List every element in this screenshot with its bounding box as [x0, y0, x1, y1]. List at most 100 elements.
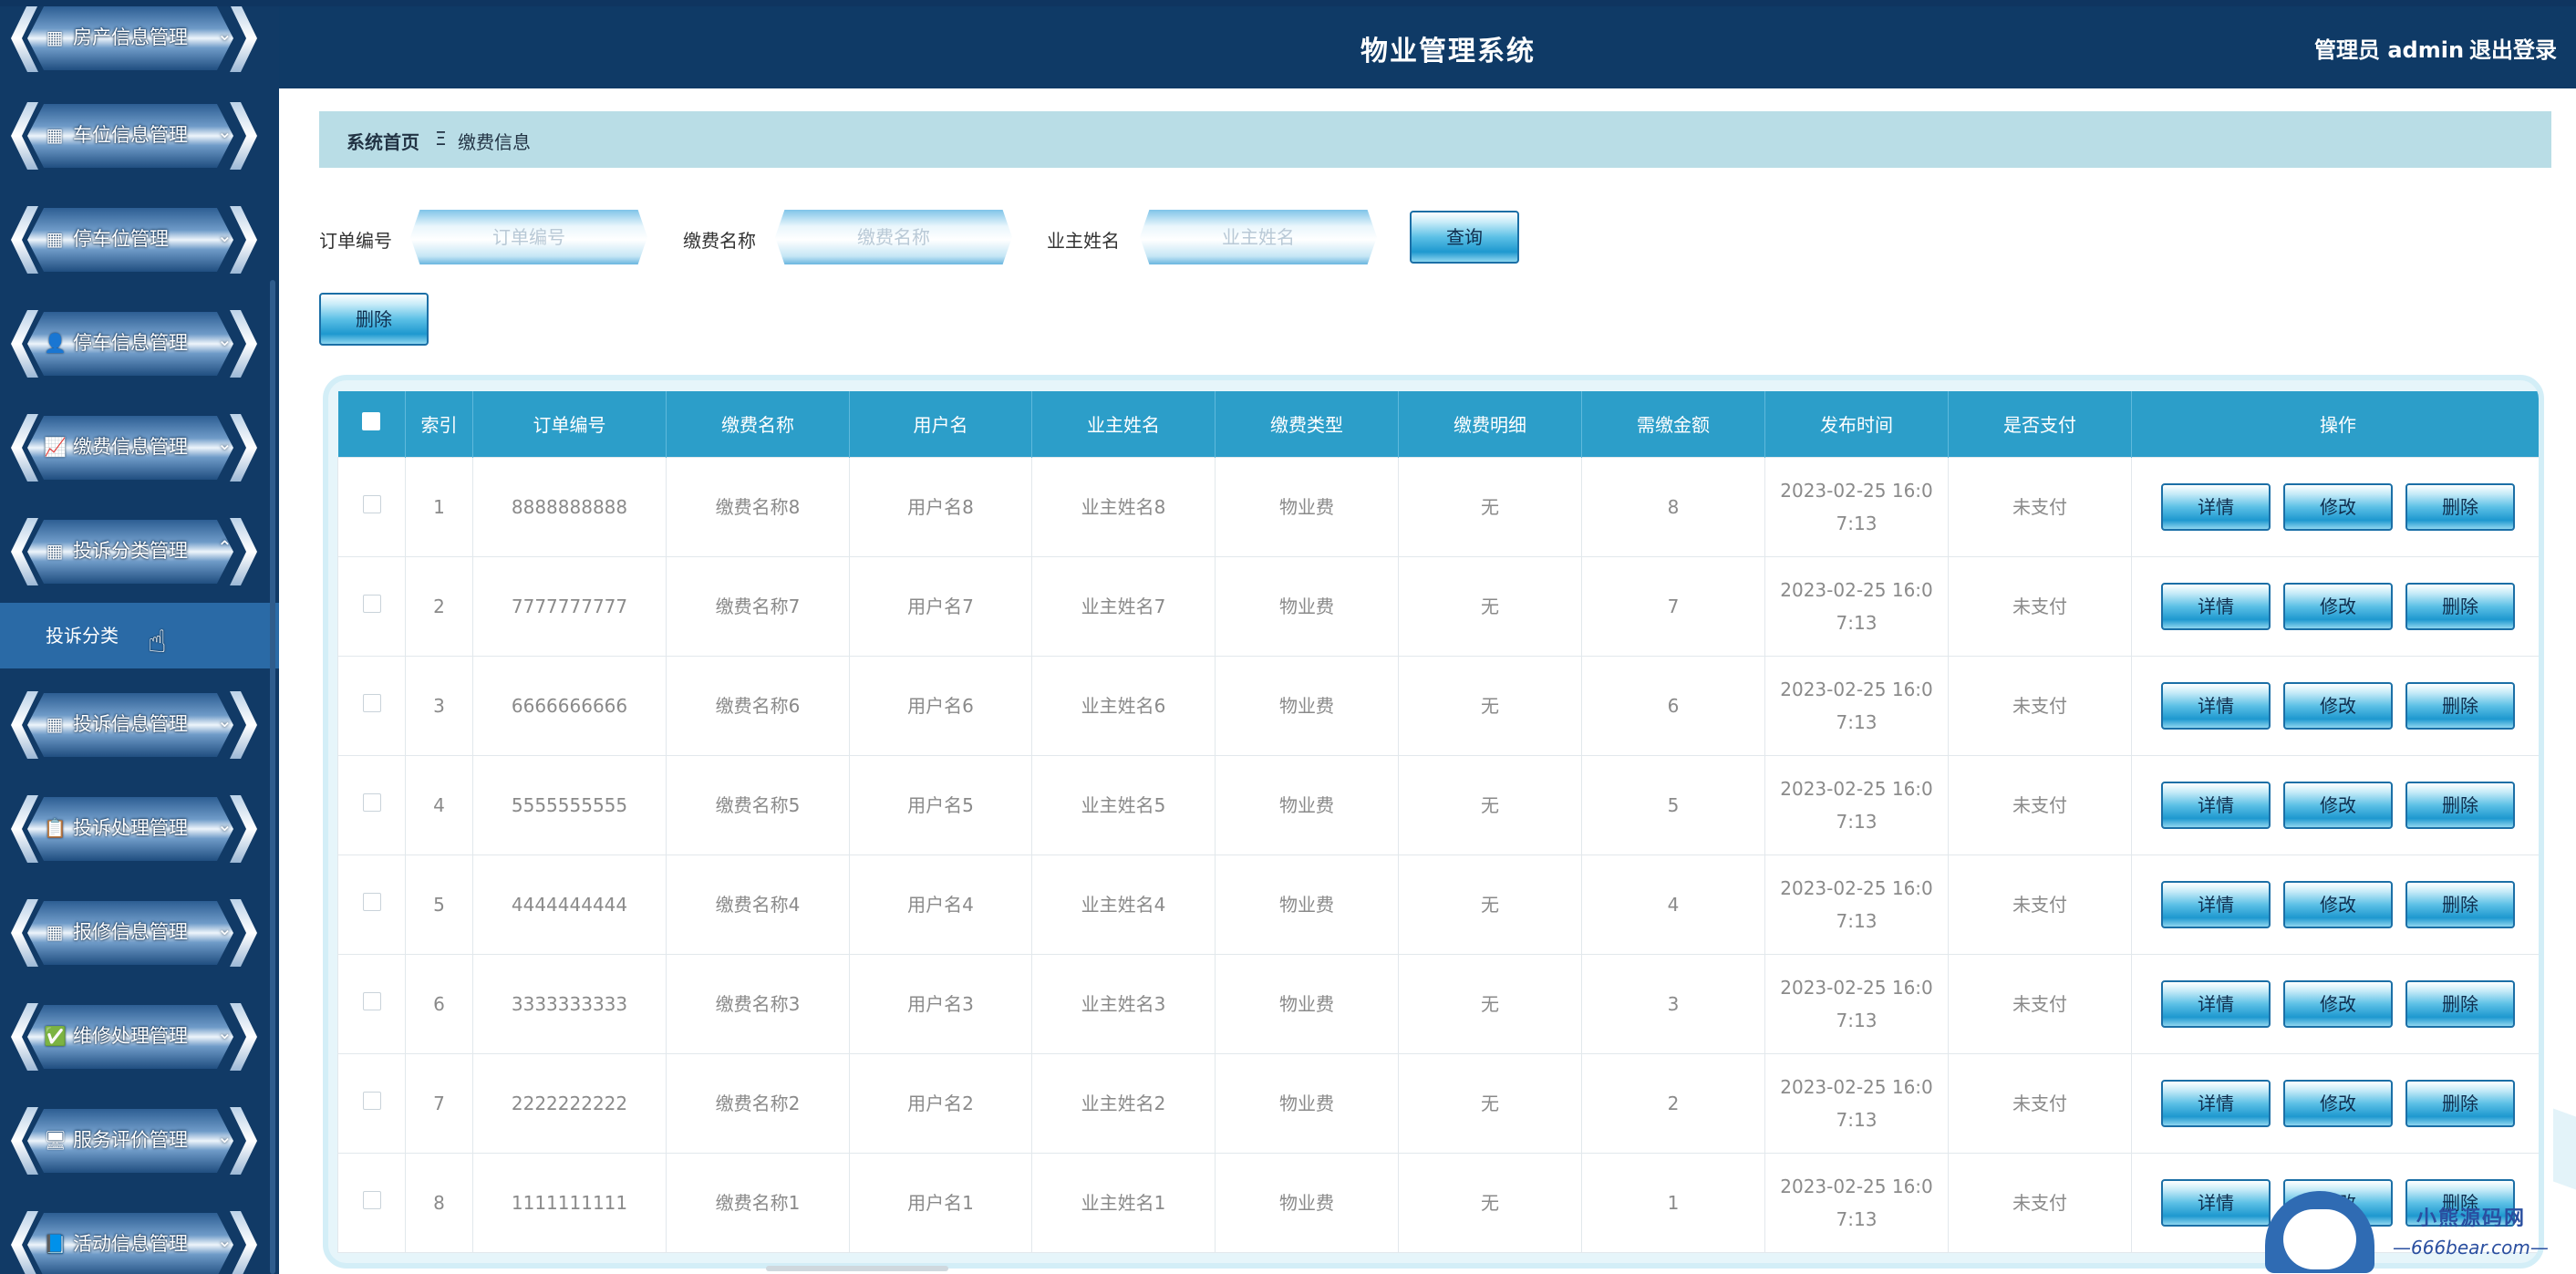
row-select-cell[interactable] [337, 555, 406, 657]
breadcrumb-home[interactable]: 系统首页 [347, 128, 419, 154]
detail-button[interactable]: 详情 [2161, 1178, 2271, 1227]
sidebar-item-4[interactable]: 👤 停车信息管理 ⌄ [11, 306, 257, 381]
table-row: 6 3333333333 缴费名称3 用户名3 业主姓名3 物业费无 3 2023-02-25… [337, 953, 2539, 1054]
sidebar-subitem-complaint-category[interactable]: 投诉分类 [0, 603, 279, 668]
detail-button[interactable]: 详情 [2161, 880, 2271, 928]
grid-icon: ▦ [46, 540, 64, 562]
delete-button[interactable]: 删除 [2405, 1079, 2515, 1127]
row-checkbox[interactable] [362, 1190, 381, 1209]
sidebar-item-8[interactable]: 📋 投诉处理管理 ⌄ [11, 792, 257, 866]
logout-link[interactable]: 退出登录 [2469, 32, 2557, 64]
sidebar-item-6[interactable]: ▦ 投诉分类管理 ⌃ [11, 514, 257, 589]
row-checkbox[interactable] [362, 693, 381, 712]
sidebar-item-label: 缴费信息管理 [73, 436, 188, 458]
delete-button[interactable]: 删除 [2405, 681, 2515, 730]
cell-time: 2023-02-25 16:07:13 [1764, 1052, 1949, 1154]
watermark-logo: 小熊源码网 —666bear.com— [2256, 1186, 2576, 1274]
fee-name-label: 缴费名称 [683, 230, 756, 252]
delete-button[interactable]: 删除 [2405, 979, 2515, 1028]
edit-button[interactable]: 修改 [2283, 979, 2393, 1028]
column-header: 发布时间 [1764, 391, 1949, 457]
cell-owner: 业主姓名1 [1031, 1152, 1216, 1253]
row-checkbox[interactable] [362, 991, 381, 1010]
batch-delete-button[interactable]: 删除 [319, 293, 429, 346]
detail-button[interactable]: 详情 [2161, 781, 2271, 829]
cell-name: 缴费名称1 [666, 1152, 850, 1253]
select-all-cell[interactable] [337, 391, 406, 457]
cell-time: 2023-02-25 16:07:13 [1764, 854, 1949, 955]
sidebar-item-10[interactable]: ✅ 维修处理管理 ⌄ [11, 1000, 257, 1074]
row-checkbox[interactable] [362, 594, 381, 613]
select-all-checkbox[interactable] [362, 412, 381, 431]
order-no-input[interactable] [410, 210, 647, 264]
sidebar-item-1[interactable]: ▦ 房产信息管理 ⌄ [11, 6, 257, 76]
cell-amount: 7 [1581, 555, 1765, 657]
row-checkbox[interactable] [362, 1091, 381, 1110]
edit-button[interactable]: 修改 [2283, 582, 2393, 630]
delete-button[interactable]: 删除 [2405, 582, 2515, 630]
row-select-cell[interactable] [337, 953, 406, 1054]
delete-button[interactable]: 删除 [2405, 781, 2515, 829]
cell-amount: 4 [1581, 854, 1765, 955]
edit-button[interactable]: 修改 [2283, 781, 2393, 829]
cell-owner: 业主姓名2 [1031, 1052, 1216, 1154]
row-checkbox[interactable] [362, 792, 381, 812]
detail-button[interactable]: 详情 [2161, 1079, 2271, 1127]
cell-order: 7777777777 [472, 555, 667, 657]
bear-face-icon [2283, 1209, 2356, 1269]
cell-paid: 未支付 [1948, 555, 2132, 657]
sidebar-item-5[interactable]: 📈 缴费信息管理 ⌄ [11, 410, 257, 485]
horizontal-scrollbar[interactable] [766, 1266, 948, 1271]
cell-paid: 未支付 [1948, 1152, 2132, 1253]
detail-button[interactable]: 详情 [2161, 979, 2271, 1028]
row-select-cell[interactable] [337, 1052, 406, 1154]
owner-name-input[interactable] [1140, 210, 1377, 264]
row-checkbox[interactable] [362, 494, 381, 513]
decorative-edge [2553, 1108, 2576, 1190]
row-select-cell[interactable] [337, 854, 406, 955]
chevron-down-icon: ⌄ [217, 328, 233, 350]
cell-name: 缴费名称5 [666, 754, 850, 855]
delete-button[interactable]: 删除 [2405, 482, 2515, 531]
edit-button[interactable]: 修改 [2283, 482, 2393, 531]
column-header: 订单编号 [472, 391, 667, 457]
app-title: 物业管理系统 [1360, 36, 1536, 67]
row-select-cell[interactable] [337, 754, 406, 855]
cell-amount: 1 [1581, 1152, 1765, 1253]
edit-button[interactable]: 修改 [2283, 880, 2393, 928]
delete-button[interactable]: 删除 [2405, 880, 2515, 928]
detail-button[interactable]: 详情 [2161, 681, 2271, 730]
edit-button[interactable]: 修改 [2283, 681, 2393, 730]
fee-name-input[interactable] [775, 210, 1012, 264]
sidebar-item-9[interactable]: ▦ 报修信息管理 ⌄ [11, 896, 257, 970]
row-select-cell[interactable] [337, 1152, 406, 1253]
sidebar-scrollbar[interactable] [270, 280, 275, 1274]
sidebar-item-3[interactable]: ▦ 停车位管理 ⌄ [11, 202, 257, 277]
row-select-cell[interactable] [337, 456, 406, 557]
row-checkbox[interactable] [362, 892, 381, 911]
cell-time: 2023-02-25 16:07:13 [1764, 1152, 1949, 1253]
detail-button[interactable]: 详情 [2161, 482, 2271, 531]
sidebar-item-11[interactable]: 🖥 服务评价管理 ⌄ [11, 1103, 257, 1178]
cell-detail: 无 [1398, 555, 1582, 657]
cell-type: 物业费 [1215, 555, 1399, 657]
sidebar-item-7[interactable]: ▦ 投诉信息管理 ⌄ [11, 688, 257, 762]
sidebar-item-label: 维修处理管理 [73, 1025, 188, 1047]
detail-button[interactable]: 详情 [2161, 582, 2271, 630]
sidebar-item-2[interactable]: ▦ 车位信息管理 ⌄ [11, 98, 257, 173]
payment-table: 索引 订单编号 缴费名称 用户名 业主姓名 缴费类型 缴费明细 需缴金额 发布时… [337, 391, 2539, 1253]
sidebar-item-label: 投诉分类管理 [73, 540, 188, 562]
sidebar-item-label: 停车位管理 [73, 228, 169, 250]
table-row: 5 4444444444 缴费名称4 用户名4 业主姓名4 物业费无 4 2023-02-25… [337, 854, 2539, 955]
row-select-cell[interactable] [337, 655, 406, 756]
edit-button[interactable]: 修改 [2283, 1079, 2393, 1127]
sidebar-item-12[interactable]: 📘 活动信息管理 ⌄ [11, 1207, 257, 1274]
chevron-down-icon: ⌄ [217, 710, 233, 731]
cell-name: 缴费名称3 [666, 953, 850, 1054]
cell-detail: 无 [1398, 1052, 1582, 1154]
query-button[interactable]: 查询 [1410, 211, 1519, 264]
grid-icon: ▦ [46, 124, 64, 146]
row-actions: 详情修改删除 [2131, 854, 2539, 955]
chevron-down-icon: ⌄ [217, 1021, 233, 1043]
table-icon: ▦ [46, 921, 64, 943]
